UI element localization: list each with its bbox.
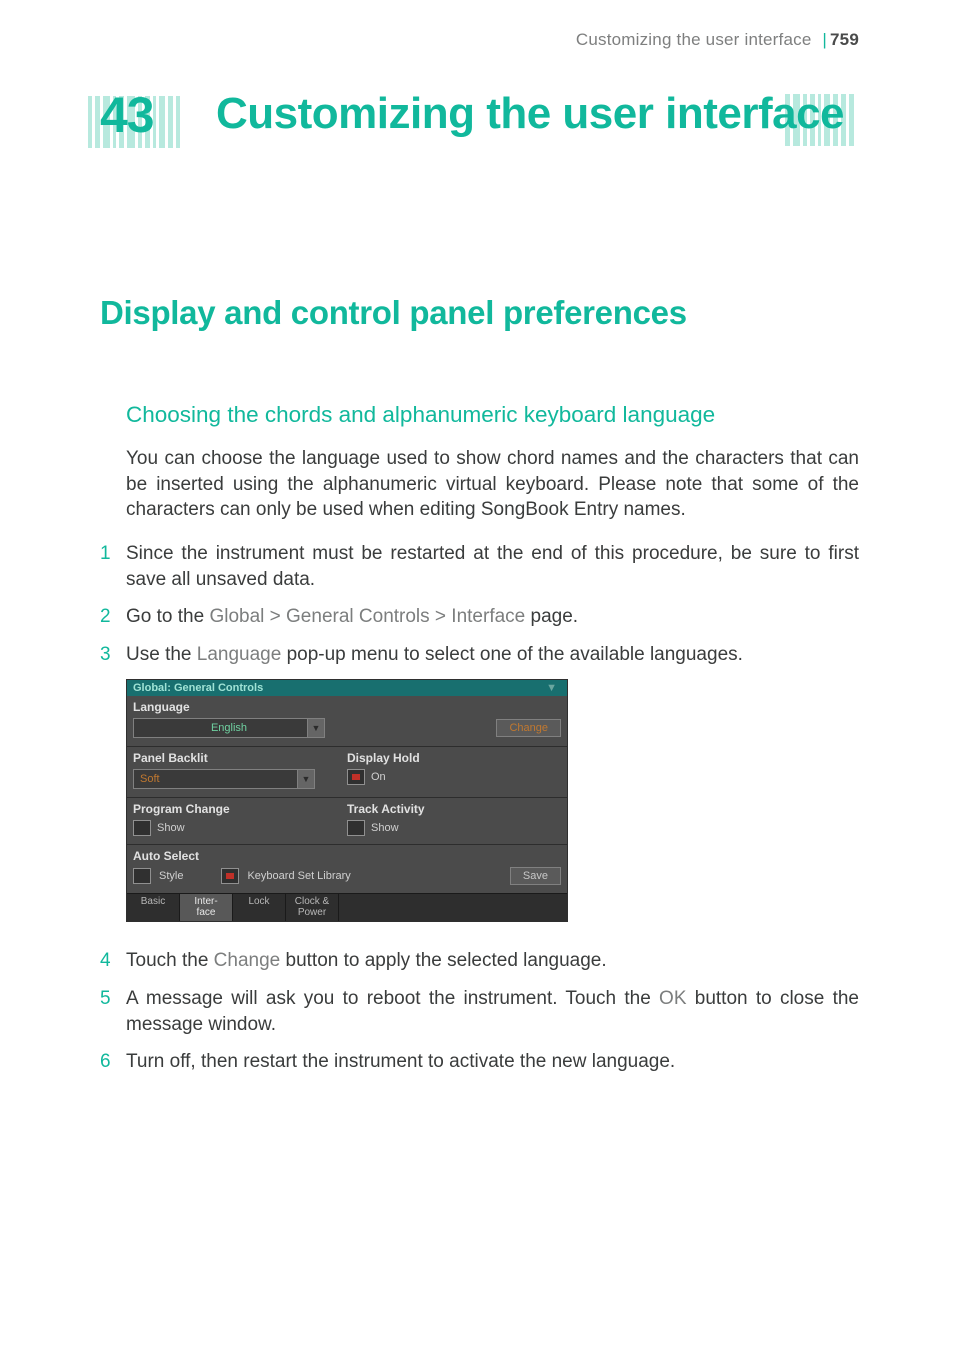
step-number: 2 <box>100 604 126 630</box>
menu-path: OK <box>659 988 686 1009</box>
program-change-checkbox[interactable] <box>133 820 151 836</box>
tab-interface[interactable]: Inter- face <box>180 894 233 921</box>
step-5: 5 A message will ask you to reboot the i… <box>100 986 859 1037</box>
step-3: 3 Use the Language pop-up menu to select… <box>100 642 859 668</box>
subsection-heading: Choosing the chords and alphanumeric key… <box>126 402 859 428</box>
auto-select-section: Auto Select Style Keyboard Set Library S… <box>127 845 567 893</box>
chapter-title: Customizing the user interface <box>216 90 844 138</box>
language-label: Language <box>133 700 561 714</box>
auto-select-kbd-checkbox[interactable] <box>221 868 239 884</box>
step-number: 1 <box>100 541 126 592</box>
step-text: Since the instrument must be restarted a… <box>126 541 859 592</box>
tab-clock-power[interactable]: Clock & Power <box>286 894 339 921</box>
menu-path: Change <box>214 950 281 971</box>
step-number: 6 <box>100 1049 126 1075</box>
page-number: 759 <box>830 30 859 49</box>
backlit-display-section: Panel Backlit Soft ▼ Display Hold On <box>127 747 567 798</box>
panel-backlit-value: Soft <box>140 773 160 785</box>
menu-path: Global > General Controls > Interface <box>209 606 525 627</box>
track-activity-label: Track Activity <box>347 802 561 816</box>
program-change-label: Program Change <box>133 802 347 816</box>
tab-basic[interactable]: Basic <box>127 894 180 921</box>
menu-path: Language <box>197 644 282 665</box>
chevron-down-icon: ▼ <box>307 719 324 737</box>
section-heading: Display and control panel preferences <box>100 294 859 332</box>
step-6: 6 Turn off, then restart the instrument … <box>100 1049 859 1075</box>
display-hold-label: Display Hold <box>347 751 561 765</box>
step-number: 4 <box>100 948 126 974</box>
tab-lock[interactable]: Lock <box>233 894 286 921</box>
running-header: Customizing the user interface |759 <box>100 30 859 50</box>
program-track-section: Program Change Show Track Activity Show <box>127 798 567 845</box>
step-number: 5 <box>100 986 126 1037</box>
step-2: 2 Go to the Global > General Controls > … <box>100 604 859 630</box>
chevron-down-icon: ▼ <box>297 770 314 788</box>
running-header-title: Customizing the user interface <box>576 30 812 49</box>
panel-backlit-label: Panel Backlit <box>133 751 347 765</box>
step-text: A message will ask you to reboot the ins… <box>126 986 859 1037</box>
device-screenshot: Global: General Controls ▼ Language Engl… <box>126 679 568 922</box>
step-text: Use the Language pop-up menu to select o… <box>126 642 859 668</box>
chapter-heading: 43 Customizing the user interface <box>100 90 859 154</box>
document-page: Customizing the user interface |759 43 C… <box>0 0 954 1354</box>
language-section: Language English ▼ Change <box>127 696 567 747</box>
track-activity-checkbox[interactable] <box>347 820 365 836</box>
panel-backlit-dropdown[interactable]: Soft ▼ <box>133 769 315 789</box>
language-dropdown[interactable]: English ▼ <box>133 718 325 738</box>
running-header-divider: | <box>822 30 827 49</box>
display-hold-checkbox[interactable] <box>347 769 365 785</box>
step-number: 3 <box>100 642 126 668</box>
chapter-number-block: 43 <box>100 90 190 154</box>
track-activity-value: Show <box>371 822 399 834</box>
display-hold-value: On <box>371 771 386 783</box>
device-body: Language English ▼ Change Panel Backlit … <box>127 696 567 921</box>
chapter-number: 43 <box>100 90 190 140</box>
dropdown-icon[interactable]: ▼ <box>546 682 561 694</box>
step-text: Turn off, then restart the instrument to… <box>126 1049 859 1075</box>
save-button[interactable]: Save <box>510 867 561 885</box>
auto-select-style-label: Style <box>159 870 183 882</box>
auto-select-style-checkbox[interactable] <box>133 868 151 884</box>
step-4: 4 Touch the Change button to apply the s… <box>100 948 859 974</box>
intro-paragraph: You can choose the language used to show… <box>126 446 859 523</box>
change-button[interactable]: Change <box>496 719 561 737</box>
step-1: 1 Since the instrument must be restarted… <box>100 541 859 592</box>
step-text: Touch the Change button to apply the sel… <box>126 948 859 974</box>
language-value: English <box>211 722 247 734</box>
device-titlebar: Global: General Controls ▼ <box>127 680 567 696</box>
auto-select-kbd-label: Keyboard Set Library <box>247 870 350 882</box>
device-tabs: Basic Inter- face Lock Clock & Power <box>127 893 567 921</box>
auto-select-label: Auto Select <box>133 849 561 863</box>
step-text: Go to the Global > General Controls > In… <box>126 604 859 630</box>
device-title-text: Global: General Controls <box>133 682 263 694</box>
program-change-value: Show <box>157 822 185 834</box>
